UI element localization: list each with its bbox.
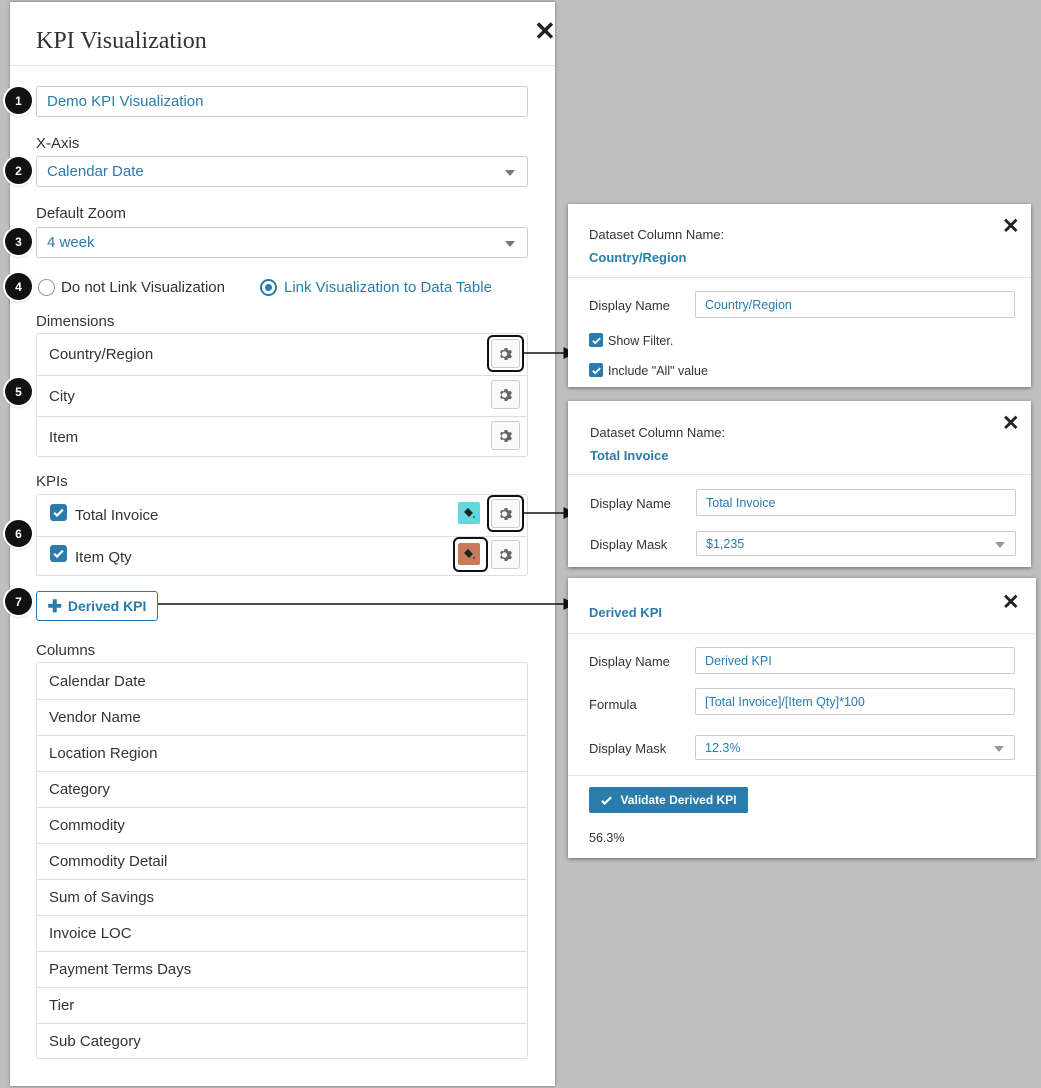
check-icon: [591, 336, 601, 344]
derived-kpi-popup: ✕ Derived KPI Display Name Derived KPI F…: [568, 578, 1036, 858]
display-name-input[interactable]: Derived KPI: [695, 647, 1015, 674]
validation-result: 56.3%: [589, 831, 625, 845]
kpi-settings-popup: ✕ Dataset Column Name: Total Invoice Dis…: [568, 401, 1031, 567]
chevron-down-icon: [995, 541, 1005, 548]
divider: [568, 474, 1031, 475]
close-icon[interactable]: ✕: [1002, 592, 1020, 613]
chevron-down-icon: [994, 745, 1004, 752]
display-name-label: Display Name: [590, 496, 671, 511]
derived-kpi-title: Derived KPI: [589, 605, 662, 620]
check-icon: [591, 366, 601, 374]
display-mask-select[interactable]: 12.3%: [695, 735, 1015, 760]
include-all-label: Include "All" value: [608, 364, 708, 378]
check-icon: [601, 796, 613, 805]
close-icon[interactable]: ✕: [1002, 413, 1020, 434]
formula-label: Formula: [589, 697, 637, 712]
close-icon[interactable]: ✕: [1002, 216, 1020, 237]
show-filter-label: Show Filter.: [608, 334, 674, 348]
formula-input[interactable]: [Total Invoice]/[Item Qty]*100: [695, 688, 1015, 715]
dataset-column-name: Total Invoice: [590, 448, 669, 463]
display-name-input[interactable]: Country/Region: [695, 291, 1015, 318]
display-mask-label: Display Mask: [590, 537, 668, 552]
display-mask-select[interactable]: $1,235: [696, 531, 1016, 556]
divider: [568, 277, 1031, 278]
display-name-label: Display Name: [589, 298, 670, 313]
display-mask-value: $1,235: [706, 536, 745, 551]
validate-derived-kpi-button[interactable]: Validate Derived KPI: [589, 787, 748, 813]
display-mask-value: 12.3%: [705, 740, 741, 755]
show-filter-checkbox[interactable]: [589, 333, 603, 347]
validate-derived-kpi-label: Validate Derived KPI: [620, 793, 737, 807]
display-name-input[interactable]: Total Invoice: [696, 489, 1016, 516]
dimension-settings-popup: ✕ Dataset Column Name: Country/Region Di…: [568, 204, 1031, 387]
dataset-column-heading: Dataset Column Name:: [590, 425, 726, 440]
divider: [568, 633, 1036, 634]
dataset-column-name: Country/Region: [589, 250, 687, 265]
display-mask-label: Display Mask: [589, 741, 667, 756]
display-name-label: Display Name: [589, 654, 670, 669]
dataset-column-heading: Dataset Column Name:: [589, 227, 725, 242]
divider: [568, 775, 1036, 776]
include-all-checkbox[interactable]: [589, 363, 603, 377]
